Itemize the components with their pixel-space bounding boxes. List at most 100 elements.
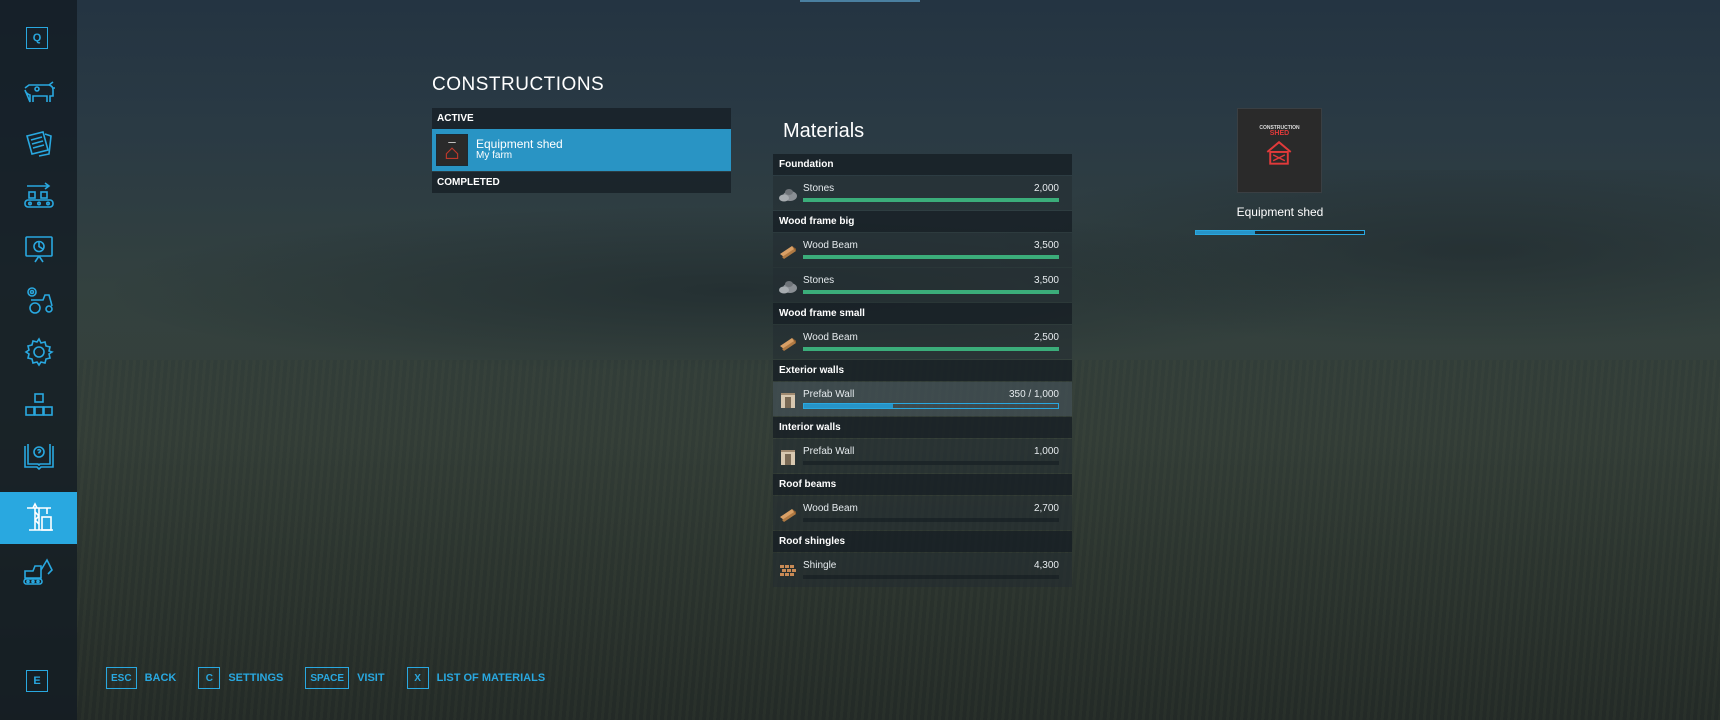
- section-header-wood-frame-big: Wood frame big: [773, 211, 1072, 232]
- construction-name: Equipment shed: [1236, 205, 1324, 219]
- material-amount: 4,300: [1033, 560, 1059, 571]
- button-bar: ESC BACK C SETTINGS SPACE VISIT X LIST OF MATER…: [106, 667, 567, 689]
- material-progress-bar: [803, 255, 1059, 259]
- material-progress-fill: [803, 255, 1059, 259]
- sidebar-item-production[interactable]: [0, 170, 77, 222]
- prefab-wall-icon: [778, 448, 798, 466]
- material-row-shingle[interactable]: Shingle 4,300: [773, 553, 1072, 587]
- material-name: Prefab Wall: [803, 389, 855, 400]
- sidebar-item-statistics[interactable]: [0, 222, 77, 274]
- material-name: Shingle: [803, 560, 837, 571]
- wood-beam-icon: [778, 334, 798, 352]
- section-header-roof-beams: Roof beams: [773, 474, 1072, 495]
- material-name: Wood Beam: [803, 503, 858, 514]
- material-name: Wood Beam: [803, 240, 858, 251]
- production-icon: [23, 182, 54, 208]
- sidebar-item-contracts[interactable]: [0, 118, 77, 170]
- sidebar-item-help[interactable]: [0, 430, 77, 482]
- control-label: LIST OF MATERIALS: [436, 672, 546, 684]
- materials-title: Materials: [783, 120, 865, 142]
- material-row-wood-beam[interactable]: Wood Beam 2,500: [773, 325, 1072, 359]
- construction-item-equipment-shed[interactable]: Equipment shed My farm: [432, 129, 731, 171]
- sidebar-item-animals[interactable]: [0, 66, 77, 118]
- material-progress-fill: [803, 290, 1059, 294]
- material-row-prefab-wall[interactable]: Prefab Wall 1,000: [773, 439, 1072, 473]
- material-progress-bar: [803, 461, 1059, 465]
- key-hint: ESC: [106, 667, 137, 689]
- construction-progress-fill: [1196, 231, 1255, 234]
- shed-icon: [1266, 140, 1292, 165]
- control-label: VISIT: [357, 672, 385, 684]
- settings-gear-icon: [24, 337, 54, 367]
- material-progress-bar: [803, 198, 1059, 202]
- sidebar-item-excavator[interactable]: [0, 546, 77, 598]
- material-progress-bar: [803, 518, 1059, 522]
- sidebar-item-vehicles[interactable]: [0, 274, 77, 326]
- active-header: ACTIVE: [432, 108, 731, 129]
- material-row-stones[interactable]: Stones 3,500: [773, 268, 1072, 302]
- vehicles-icon: [26, 287, 53, 314]
- material-row-prefab-wall[interactable]: Prefab Wall 350 / 1,000: [773, 382, 1072, 416]
- control-list-of-materials[interactable]: X LIST OF MATERIALS: [406, 667, 546, 689]
- material-progress-bar: [803, 403, 1059, 409]
- control-back[interactable]: ESC BACK: [106, 667, 176, 689]
- sidebar: Q E: [0, 0, 77, 720]
- excavator-icon: [22, 558, 53, 585]
- stones-icon: [778, 185, 798, 203]
- material-progress-bar: [803, 347, 1059, 351]
- material-name: Stones: [803, 183, 835, 194]
- material-progress-bar: [803, 575, 1059, 579]
- control-settings[interactable]: C SETTINGS: [198, 667, 283, 689]
- control-label: SETTINGS: [228, 672, 284, 684]
- material-name: Stones: [803, 275, 835, 286]
- construction-thumbnail: [436, 134, 468, 166]
- key-hint: SPACE: [305, 667, 350, 689]
- material-amount: 2,000: [1033, 183, 1059, 194]
- section-header-interior-walls: Interior walls: [773, 417, 1072, 438]
- cow-icon: [23, 81, 55, 103]
- construction-item-title: Equipment shed: [476, 137, 563, 151]
- section-header-wood-frame-small: Wood frame small: [773, 303, 1072, 324]
- construction-item-subtitle: My farm: [476, 150, 513, 161]
- material-row-wood-beam[interactable]: Wood Beam 3,500: [773, 233, 1072, 267]
- material-name: Wood Beam: [803, 332, 858, 343]
- construction-progress-bar: [1195, 230, 1365, 235]
- stones-icon: [778, 277, 798, 295]
- material-name: Prefab Wall: [803, 446, 855, 457]
- key-hint: C: [198, 667, 221, 689]
- material-amount: 2,500: [1033, 332, 1059, 343]
- contracts-icon: [25, 131, 52, 157]
- statistics-icon: [24, 236, 53, 263]
- shed-icon: [445, 142, 459, 159]
- sidebar-item-settings[interactable]: [0, 326, 77, 378]
- control-visit[interactable]: SPACE VISIT: [305, 667, 385, 689]
- material-amount: 2,700: [1033, 503, 1059, 514]
- material-progress-fill: [804, 404, 893, 408]
- wood-beam-icon: [778, 242, 798, 260]
- material-progress-fill: [803, 347, 1059, 351]
- section-header-foundation: Foundation: [773, 154, 1072, 175]
- material-row-stones[interactable]: Stones 2,000: [773, 176, 1072, 210]
- construction-preview: CONSTRUCTION SHED: [1237, 108, 1322, 193]
- blocks-icon: [24, 393, 53, 416]
- next-page-key[interactable]: E: [26, 670, 48, 692]
- wood-beam-icon: [778, 505, 798, 523]
- material-progress-fill: [803, 198, 1059, 202]
- section-header-roof-shingles: Roof shingles: [773, 531, 1072, 552]
- prefab-wall-icon: [778, 391, 798, 409]
- section-header-exterior-walls: Exterior walls: [773, 360, 1072, 381]
- material-amount: 350 / 1,000: [1008, 389, 1059, 400]
- material-amount: 3,500: [1033, 240, 1059, 251]
- sidebar-item-blocks[interactable]: [0, 378, 77, 430]
- key-hint: X: [406, 667, 429, 689]
- prev-page-key[interactable]: Q: [26, 27, 48, 49]
- material-amount: 1,000: [1033, 446, 1059, 457]
- material-row-wood-beam[interactable]: Wood Beam 2,700: [773, 496, 1072, 530]
- shingle-icon: [778, 562, 798, 580]
- material-progress-bar: [803, 290, 1059, 294]
- help-book-icon: [23, 444, 54, 471]
- material-amount: 3,500: [1033, 275, 1059, 286]
- completed-header: COMPLETED: [432, 172, 731, 193]
- sidebar-item-constructions[interactable]: [0, 492, 77, 544]
- materials-list: Foundation Stones 2,000 Wood frame big Wood …: [773, 154, 1072, 588]
